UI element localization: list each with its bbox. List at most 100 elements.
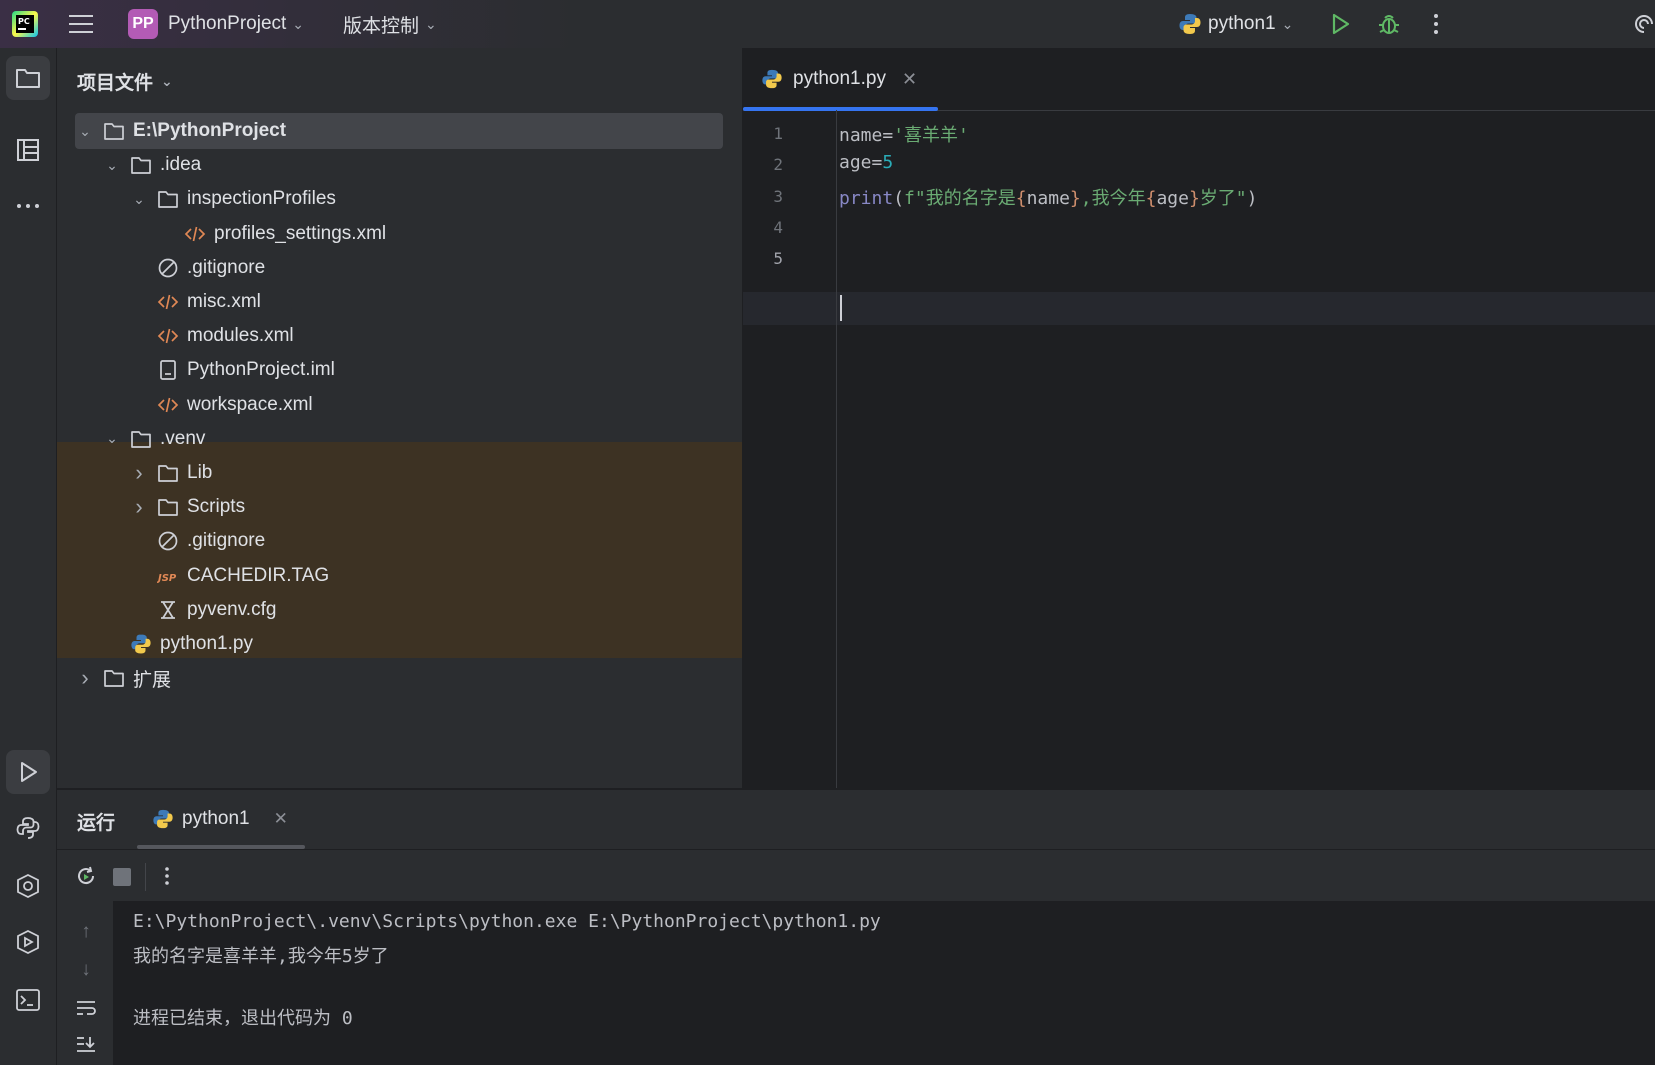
tree-item[interactable]: › 扩展: [57, 660, 742, 696]
tree-item-icon: [130, 154, 152, 176]
bug-icon: [1379, 15, 1399, 34]
tab-python1-py[interactable]: python1.py ✕: [743, 48, 938, 111]
chevron-down-icon[interactable]: ⌄: [102, 157, 122, 174]
run-config-label: python1: [1208, 13, 1276, 34]
tree-item-icon: [157, 496, 179, 518]
more-actions-button[interactable]: [1432, 0, 1440, 48]
terminal-button[interactable]: [6, 978, 50, 1022]
tree-item[interactable]: ⌄ E:\PythonProject: [75, 113, 723, 149]
tree-item[interactable]: profiles_settings.xml: [57, 216, 742, 252]
tree-item[interactable]: pyvenv.cfg: [57, 592, 742, 628]
spiral-icon: [1635, 15, 1653, 33]
tree-item[interactable]: misc.xml: [57, 284, 742, 320]
scroll-up-button[interactable]: ↑: [75, 921, 97, 943]
tree-item[interactable]: JSP CACHEDIR.TAG: [57, 558, 742, 594]
ai-assistant-button[interactable]: [1632, 0, 1654, 48]
horizontal-dots-icon: [17, 204, 39, 208]
project-panel-title: 项目文件: [77, 72, 154, 94]
chevron-right-icon[interactable]: ›: [129, 460, 149, 486]
code-token: {: [1015, 187, 1027, 209]
scroll-to-end-icon: [77, 1037, 95, 1052]
ignore-icon: [158, 532, 178, 551]
run-button[interactable]: [1328, 0, 1352, 48]
terminal-icon: [16, 989, 40, 1011]
project-switcher[interactable]: PP PythonProject ⌄: [128, 0, 304, 48]
tree-item[interactable]: ⌄ .idea: [57, 147, 742, 183]
vcs-menu[interactable]: 版本控制 ⌄: [343, 0, 437, 48]
chevron-down-icon[interactable]: ⌄: [102, 430, 122, 447]
console-line: E:\PythonProject\.venv\Scripts\python.ex…: [133, 911, 881, 932]
tree-item-label: modules.xml: [187, 325, 294, 347]
tree-item[interactable]: workspace.xml: [57, 387, 742, 423]
vertical-dots-icon: [165, 867, 169, 885]
chevron-right-icon[interactable]: ›: [75, 665, 95, 691]
tree-item[interactable]: ⌄ inspectionProfiles: [57, 181, 742, 217]
python-console-button[interactable]: [6, 806, 50, 850]
tree-item-icon: [103, 667, 125, 689]
chevron-right-icon[interactable]: ›: [129, 494, 149, 520]
arrow-up-icon: ↑: [81, 921, 91, 942]
run-tool-button[interactable]: [6, 750, 50, 794]
tree-item[interactable]: › Scripts: [57, 489, 742, 525]
title-bar: PC PP PythonProject ⌄ 版本控制 ⌄ python1 ⌄: [0, 0, 1655, 49]
structure-tool-button[interactable]: [6, 128, 50, 172]
tree-item[interactable]: modules.xml: [57, 318, 742, 354]
chevron-down-icon: ⌄: [1281, 15, 1294, 32]
tree-item-icon: [157, 394, 179, 416]
line-number: 4: [773, 217, 783, 237]
tree-item-icon: [157, 257, 179, 279]
chevron-down-icon[interactable]: ⌄: [75, 123, 95, 140]
xml-icon: [184, 226, 206, 241]
stop-icon[interactable]: [113, 868, 131, 886]
main-menu-button[interactable]: [68, 0, 94, 48]
packages-icon: [17, 873, 39, 899]
debug-button[interactable]: [1376, 0, 1402, 48]
tree-item-label: PythonProject.iml: [187, 359, 335, 381]
line-number-gutter: [743, 110, 837, 788]
code-token: age=: [839, 152, 883, 174]
tree-item[interactable]: PythonProject.iml: [57, 352, 742, 388]
chevron-down-icon[interactable]: ⌄: [129, 191, 149, 208]
tree-item[interactable]: .gitignore: [57, 250, 742, 286]
left-toolbar: [0, 48, 57, 1065]
hamburger-icon: [69, 15, 93, 33]
code-line[interactable]: age=5: [839, 152, 893, 173]
tree-item[interactable]: python1.py: [57, 626, 742, 662]
close-icon[interactable]: ✕: [274, 809, 288, 829]
tree-item[interactable]: › Lib: [57, 455, 742, 491]
tree-item[interactable]: ⌄ .venv: [57, 421, 742, 457]
app-logo[interactable]: PC: [12, 0, 38, 48]
folder-icon: [104, 123, 124, 140]
console-line: 我的名字是喜羊羊,我今年5岁了: [133, 946, 389, 967]
scroll-to-end-button[interactable]: [75, 1033, 97, 1055]
more-tools-button[interactable]: [6, 184, 50, 228]
tree-item-icon: [157, 462, 179, 484]
chevron-down-icon: ⌄: [292, 15, 305, 32]
more-actions-button[interactable]: [163, 865, 171, 893]
iml-icon: [160, 360, 176, 381]
code-line[interactable]: name='喜羊羊': [839, 121, 969, 147]
code-token: }: [1188, 187, 1200, 209]
folder-icon: [131, 430, 151, 448]
close-icon[interactable]: ✕: [902, 69, 917, 90]
line-number: 1: [773, 124, 783, 143]
scroll-down-button[interactable]: ↓: [75, 959, 97, 981]
tree-item[interactable]: .gitignore: [57, 523, 742, 559]
rerun-button[interactable]: [75, 865, 97, 893]
tree-item-label: .gitignore: [187, 256, 266, 278]
project-tool-button[interactable]: [6, 56, 50, 100]
tree-item-label: pyvenv.cfg: [187, 598, 277, 620]
run-config-selector[interactable]: python1 ⌄: [1178, 0, 1293, 48]
run-tab-python1[interactable]: python1 ✕: [152, 789, 288, 849]
code-line[interactable]: print(f"我的名字是{name},我今年{age}岁了"): [839, 184, 1258, 210]
soft-wrap-button[interactable]: [75, 997, 97, 1019]
project-panel-header[interactable]: 项目文件 ⌄: [77, 48, 173, 114]
python-icon: [131, 634, 151, 654]
python-icon: [1179, 14, 1201, 34]
structure-icon: [17, 139, 39, 161]
code-token: (: [893, 187, 905, 209]
services-button[interactable]: [6, 920, 50, 964]
python-packages-button[interactable]: [6, 864, 50, 908]
console-output[interactable]: E:\PythonProject\.venv\Scripts\python.ex…: [113, 901, 1655, 1065]
code-token: '喜羊羊': [893, 125, 969, 146]
